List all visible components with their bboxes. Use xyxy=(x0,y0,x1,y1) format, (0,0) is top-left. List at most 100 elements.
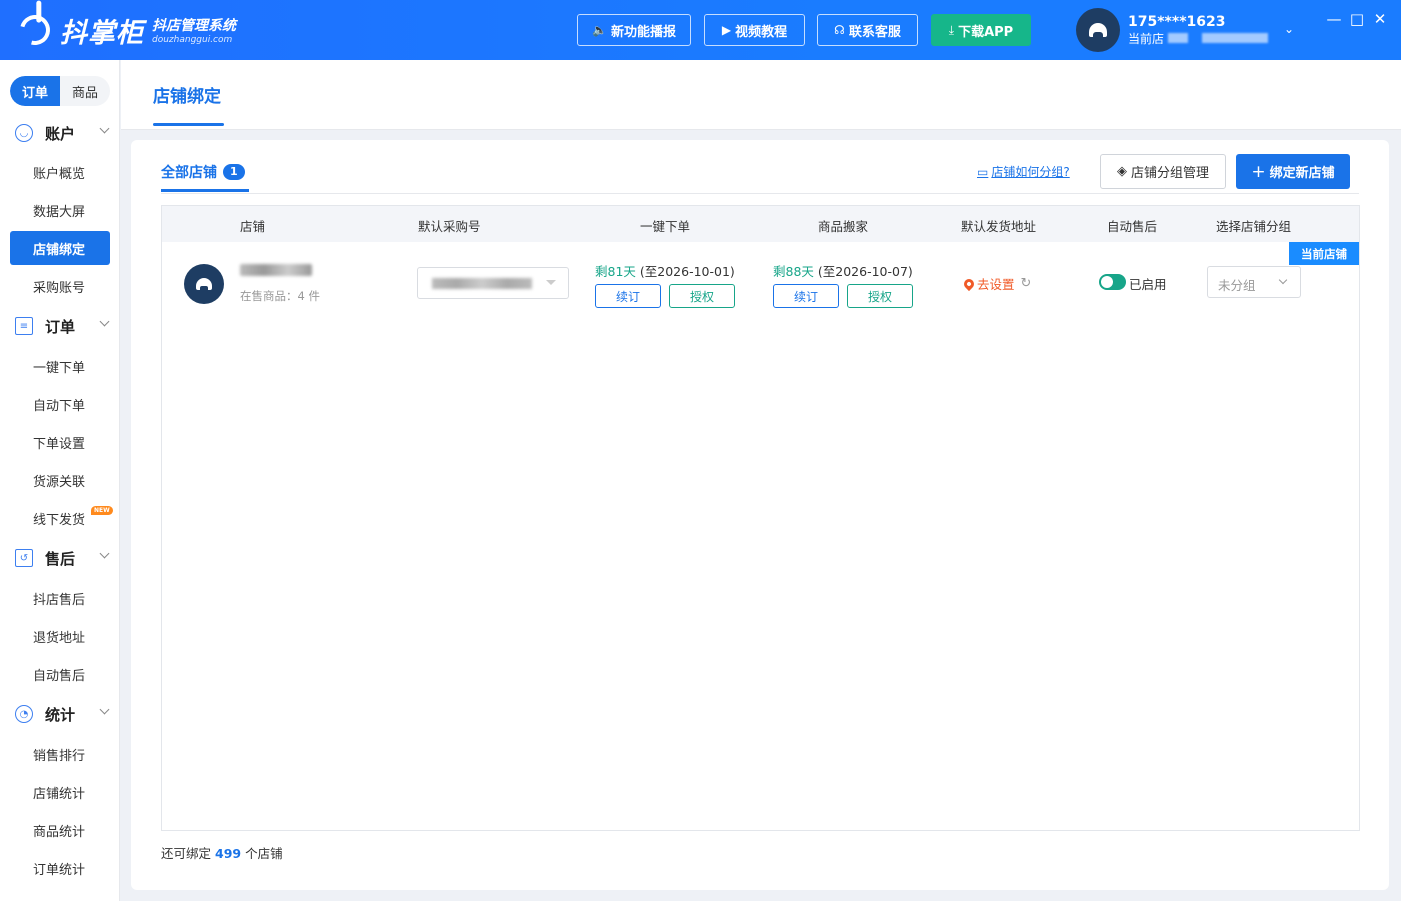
shop-goods-count: 在售商品：4 件 xyxy=(240,289,320,303)
one-click-auth-button[interactable]: 授权 xyxy=(669,284,735,308)
move-auth-button[interactable]: 授权 xyxy=(847,284,913,308)
remaining-bind-text: 还可绑定 499 个店铺 xyxy=(161,846,283,861)
sidebar-item-return-address[interactable]: 退货地址 xyxy=(10,619,110,653)
how-to-group-link[interactable]: ▭ 店铺如何分组? xyxy=(977,163,1070,180)
video-tutorial-button[interactable]: ▶ 视频教程 xyxy=(704,14,805,46)
layers-icon: ◈ xyxy=(1116,164,1127,179)
sidebar-item-auto-order[interactable]: 自动下单 xyxy=(10,387,110,421)
sidebar-item-order-stats[interactable]: 订单统计 xyxy=(10,851,110,885)
user-phone: 175****1623 xyxy=(1128,13,1226,30)
user-profile[interactable]: 175****1623 当前店 xyxy=(1076,8,1269,52)
shop-avatar xyxy=(184,264,224,304)
col-shop: 店铺 xyxy=(240,219,266,234)
chevron-down-icon xyxy=(99,316,110,327)
divider xyxy=(161,193,1359,194)
sidebar: 订单 商品 ◡ 账户 账户概览 数据大屏 店铺绑定 采购账号 ≡ 订单 一键下单… xyxy=(0,60,120,901)
close-icon[interactable]: ✕ xyxy=(1372,10,1388,28)
current-shop-label: 当前店 xyxy=(1128,31,1165,46)
content-card: 全部店铺 1 ▭ 店铺如何分组? ◈ 店铺分组管理 + 绑定新店铺 店铺 默认采… xyxy=(131,140,1389,890)
sidebar-item-shop-binding[interactable]: 店铺绑定 xyxy=(10,231,110,265)
page-title-underline xyxy=(153,123,224,126)
chevron-down-icon xyxy=(1278,275,1288,285)
avatar xyxy=(1076,8,1120,52)
video-icon: ▶ xyxy=(721,23,732,37)
sidebar-item-purchase-account[interactable]: 采购账号 xyxy=(10,269,110,303)
mode-switch: 订单 商品 xyxy=(10,76,110,106)
chevron-down-icon xyxy=(99,548,110,559)
pie-chart-icon: ◔ xyxy=(15,705,33,723)
default-buyer-select[interactable] xyxy=(417,267,569,299)
page-header: 店铺绑定 xyxy=(121,60,1401,130)
document-icon: ≡ xyxy=(15,317,33,335)
sidebar-item-auto-after-sales[interactable]: 自动售后 xyxy=(10,657,110,691)
one-click-remaining: 剩81天 (至2026-10-01) xyxy=(595,264,735,279)
plus-icon: + xyxy=(1251,161,1266,182)
table-row: 在售商品：4 件 剩81天 (至2026-10-01) 续订 授权 剩88天 (… xyxy=(162,242,1359,332)
app-logo: 抖掌柜 抖店管理系统 douzhanggui.com xyxy=(14,9,236,51)
minimize-icon[interactable]: — xyxy=(1326,10,1342,28)
book-icon: ▭ xyxy=(977,164,989,179)
new-badge: NEW xyxy=(91,506,113,515)
new-features-button[interactable]: 🔈 新功能播报 xyxy=(577,14,691,46)
download-icon: ⤓ xyxy=(948,22,955,37)
logo-name: 抖掌柜 xyxy=(60,17,144,49)
group-after-sales[interactable]: ↺ 售后 xyxy=(0,543,120,573)
sidebar-item-one-click-order[interactable]: 一键下单 xyxy=(10,349,110,383)
sidebar-item-shop-stats[interactable]: 店铺统计 xyxy=(10,775,110,809)
col-auto-after-sale: 自动售后 xyxy=(1107,219,1158,234)
chevron-down-icon[interactable]: ⌄ xyxy=(1284,22,1294,36)
group-orders[interactable]: ≡ 订单 xyxy=(0,311,120,341)
auto-after-sale-status: 已启用 xyxy=(1129,277,1167,292)
maximize-icon[interactable]: □ xyxy=(1349,10,1365,28)
move-renew-button[interactable]: 续订 xyxy=(773,284,839,308)
sidebar-item-order-settings[interactable]: 下单设置 xyxy=(10,425,110,459)
caret-down-icon xyxy=(546,280,556,285)
col-one-click: 一键下单 xyxy=(640,219,691,234)
headset-icon: ☊ xyxy=(834,23,845,37)
col-move: 商品搬家 xyxy=(818,219,869,234)
sidebar-item-source-link[interactable]: 货源关联 xyxy=(10,463,110,497)
sidebar-item-sales-ranking[interactable]: 销售排行 xyxy=(10,737,110,771)
return-box-icon: ↺ xyxy=(15,549,33,567)
chevron-down-icon xyxy=(99,704,110,715)
sidebar-item-shop-after-sales[interactable]: 抖店售后 xyxy=(10,581,110,615)
contact-support-button[interactable]: ☊ 联系客服 xyxy=(817,14,918,46)
count-badge: 1 xyxy=(223,164,245,180)
logo-subtitle: 抖店管理系统 xyxy=(152,18,236,34)
title-bar: 抖掌柜 抖店管理系统 douzhanggui.com 🔈 新功能播报 ▶ 视频教… xyxy=(0,0,1401,60)
move-remaining: 剩88天 (至2026-10-07) xyxy=(773,264,913,279)
page-title[interactable]: 店铺绑定 xyxy=(153,82,221,107)
segment-products[interactable]: 商品 xyxy=(60,76,110,106)
group-statistics[interactable]: ◔ 统计 xyxy=(0,699,120,729)
refresh-icon[interactable]: ↻ xyxy=(1021,276,1032,291)
current-shop-badge: 当前店铺 xyxy=(1289,242,1359,265)
group-account[interactable]: ◡ 账户 xyxy=(0,118,120,148)
shop-table: 店铺 默认采购号 一键下单 商品搬家 默认发货地址 自动售后 选择店铺分组 在售… xyxy=(161,205,1360,831)
set-address-link[interactable]: 去设置 ↻ xyxy=(961,274,1032,293)
download-app-button[interactable]: ⤓ 下载APP xyxy=(931,14,1031,46)
shop-name-redacted xyxy=(240,264,312,276)
one-click-renew-button[interactable]: 续订 xyxy=(595,284,661,308)
col-address: 默认发货地址 xyxy=(961,219,1037,234)
table-header: 店铺 默认采购号 一键下单 商品搬家 默认发货地址 自动售后 选择店铺分组 xyxy=(162,206,1359,242)
chevron-down-icon xyxy=(99,123,110,134)
smile-icon: ◡ xyxy=(15,124,33,142)
speaker-icon: 🔈 xyxy=(592,23,607,37)
col-group: 选择店铺分组 xyxy=(1216,219,1292,234)
group-manage-button[interactable]: ◈ 店铺分组管理 xyxy=(1100,154,1226,189)
sidebar-item-data-screen[interactable]: 数据大屏 xyxy=(10,193,110,227)
segment-orders[interactable]: 订单 xyxy=(10,76,60,106)
sidebar-item-offline-shipping[interactable]: 线下发货 NEW xyxy=(10,501,113,535)
shop-group-select[interactable]: 未分组 xyxy=(1207,266,1301,298)
tab-underline xyxy=(161,189,249,192)
col-default-buyer: 默认采购号 xyxy=(418,219,481,234)
tab-all-shops[interactable]: 全部店铺 1 xyxy=(161,162,245,182)
logo-url: douzhanggui.com xyxy=(152,35,233,45)
location-pin-icon xyxy=(961,276,977,291)
logo-icon xyxy=(14,9,56,51)
auto-after-sale-toggle[interactable] xyxy=(1099,274,1126,290)
remaining-count: 499 xyxy=(215,846,242,861)
sidebar-item-product-stats[interactable]: 商品统计 xyxy=(10,813,110,847)
sidebar-item-account-overview[interactable]: 账户概览 xyxy=(10,155,110,189)
bind-new-shop-button[interactable]: + 绑定新店铺 xyxy=(1236,154,1350,189)
